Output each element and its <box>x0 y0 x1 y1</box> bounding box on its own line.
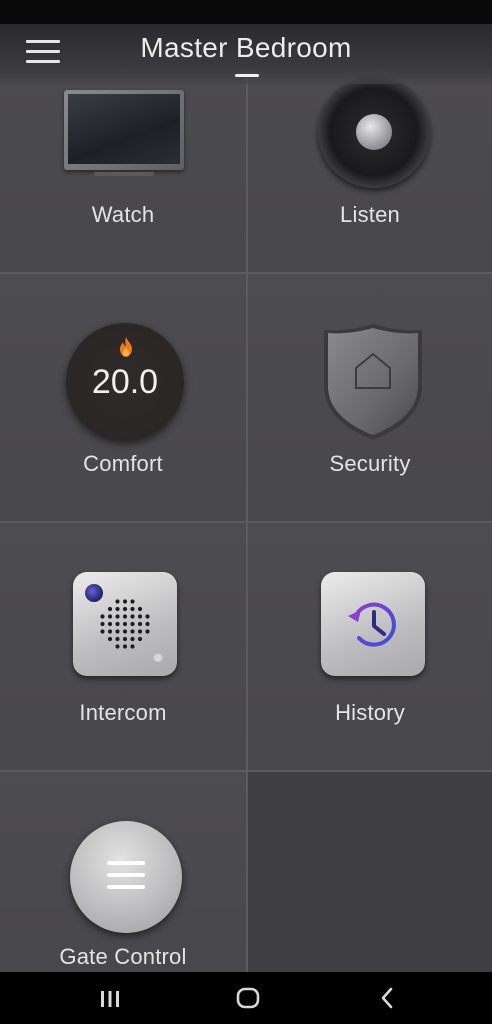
menu-lines-icon <box>70 821 182 933</box>
tile-intercom-label: Intercom <box>79 700 167 725</box>
empty-tile <box>248 772 492 972</box>
tile-history[interactable]: History <box>248 523 492 772</box>
app-header: Master Bedroom <box>0 24 492 84</box>
tv-icon <box>64 90 184 176</box>
tile-comfort[interactable]: 20.0 Comfort <box>0 274 248 523</box>
title-underline <box>235 74 259 77</box>
recent-apps-icon[interactable] <box>96 984 124 1012</box>
app-screen: Watch Listen 20.0 Comfort Security Inter… <box>0 24 492 972</box>
tile-comfort-label: Comfort <box>83 451 163 476</box>
page-title: Master Bedroom <box>140 32 352 63</box>
thermostat-dial-icon: 20.0 <box>66 323 184 441</box>
home-icon[interactable] <box>234 984 262 1012</box>
thermostat-temperature: 20.0 <box>91 363 159 401</box>
history-clock-icon <box>321 572 425 676</box>
room-grid: Watch Listen 20.0 Comfort Security Inter… <box>0 24 492 972</box>
tile-gate-control-label: Gate Control <box>59 944 187 969</box>
flame-icon <box>120 337 132 357</box>
shield-home-icon <box>324 324 422 440</box>
tile-gate-control[interactable]: Gate Control <box>0 772 248 972</box>
tile-security-label: Security <box>329 451 411 476</box>
status-bar <box>0 0 492 24</box>
tile-history-label: History <box>335 700 405 725</box>
tile-security[interactable]: Security <box>248 274 492 523</box>
tile-listen-label: Listen <box>340 202 400 227</box>
speaker-grille-icon <box>100 599 150 649</box>
speaker-icon <box>318 76 430 188</box>
intercom-speaker-icon <box>73 572 177 676</box>
back-icon[interactable] <box>374 984 402 1012</box>
system-navigation-bar <box>0 972 492 1024</box>
tile-intercom[interactable]: Intercom <box>0 523 248 772</box>
tile-watch-label: Watch <box>91 202 155 227</box>
status-led <box>153 652 163 662</box>
